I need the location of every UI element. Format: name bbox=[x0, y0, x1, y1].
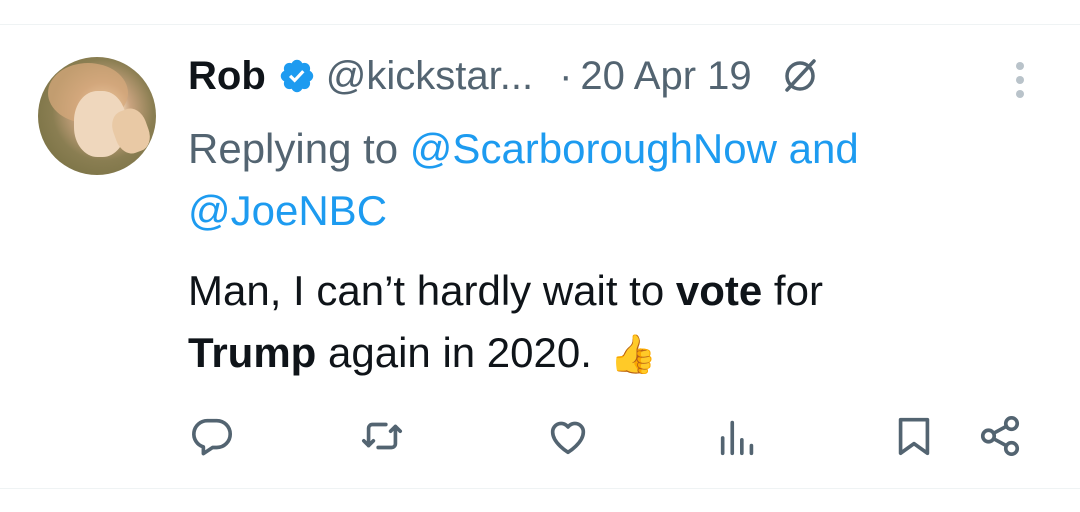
retweet-icon bbox=[361, 422, 403, 450]
tweet-text-part3: again in 2020. bbox=[316, 329, 604, 376]
tweet-header: Rob @kickstar... · 20 Apr 19 bbox=[188, 50, 822, 102]
verified-badge-icon bbox=[278, 57, 316, 95]
tweet-text-part1: Man, I can’t hardly wait to bbox=[188, 267, 676, 314]
avatar[interactable] bbox=[38, 57, 156, 175]
separator-dot: · bbox=[559, 53, 573, 98]
tweet-text-bold2: Trump bbox=[188, 329, 317, 376]
replying-and[interactable]: and bbox=[777, 125, 859, 172]
mention-link-2[interactable]: @JoeNBC bbox=[188, 187, 387, 234]
share-button[interactable] bbox=[974, 410, 1026, 462]
tweet-text-part2: for bbox=[762, 267, 823, 314]
bookmark-icon bbox=[898, 417, 930, 456]
top-divider bbox=[0, 24, 1080, 25]
reply-button[interactable] bbox=[186, 410, 238, 462]
bookmark-button[interactable] bbox=[888, 410, 940, 462]
author-name[interactable]: Rob bbox=[188, 54, 266, 99]
reply-icon bbox=[192, 418, 233, 456]
tweet-text: Man, I can’t hardly wait to vote for Tru… bbox=[188, 260, 1028, 386]
thumbs-up-emoji: 👍 bbox=[609, 334, 657, 376]
mention-link-1[interactable]: @ScarboroughNow bbox=[410, 125, 777, 172]
retweet-button[interactable] bbox=[356, 410, 408, 462]
views-button[interactable] bbox=[712, 410, 764, 462]
heart-icon bbox=[550, 421, 586, 455]
tweet-text-bold1: vote bbox=[675, 267, 763, 314]
replying-prefix: Replying to bbox=[188, 125, 410, 172]
like-button[interactable] bbox=[542, 410, 594, 462]
more-vertical-icon[interactable] bbox=[1010, 60, 1030, 100]
grok-icon[interactable] bbox=[778, 54, 822, 98]
tweet-date[interactable]: 20 Apr 19 bbox=[580, 54, 751, 99]
share-icon bbox=[980, 415, 1020, 457]
action-bar bbox=[0, 410, 1080, 462]
author-handle[interactable]: @kickstar... bbox=[326, 54, 533, 99]
views-icon bbox=[720, 420, 754, 456]
replying-to: Replying to @ScarboroughNow and @JoeNBC bbox=[188, 118, 1028, 242]
bottom-divider bbox=[0, 488, 1080, 489]
